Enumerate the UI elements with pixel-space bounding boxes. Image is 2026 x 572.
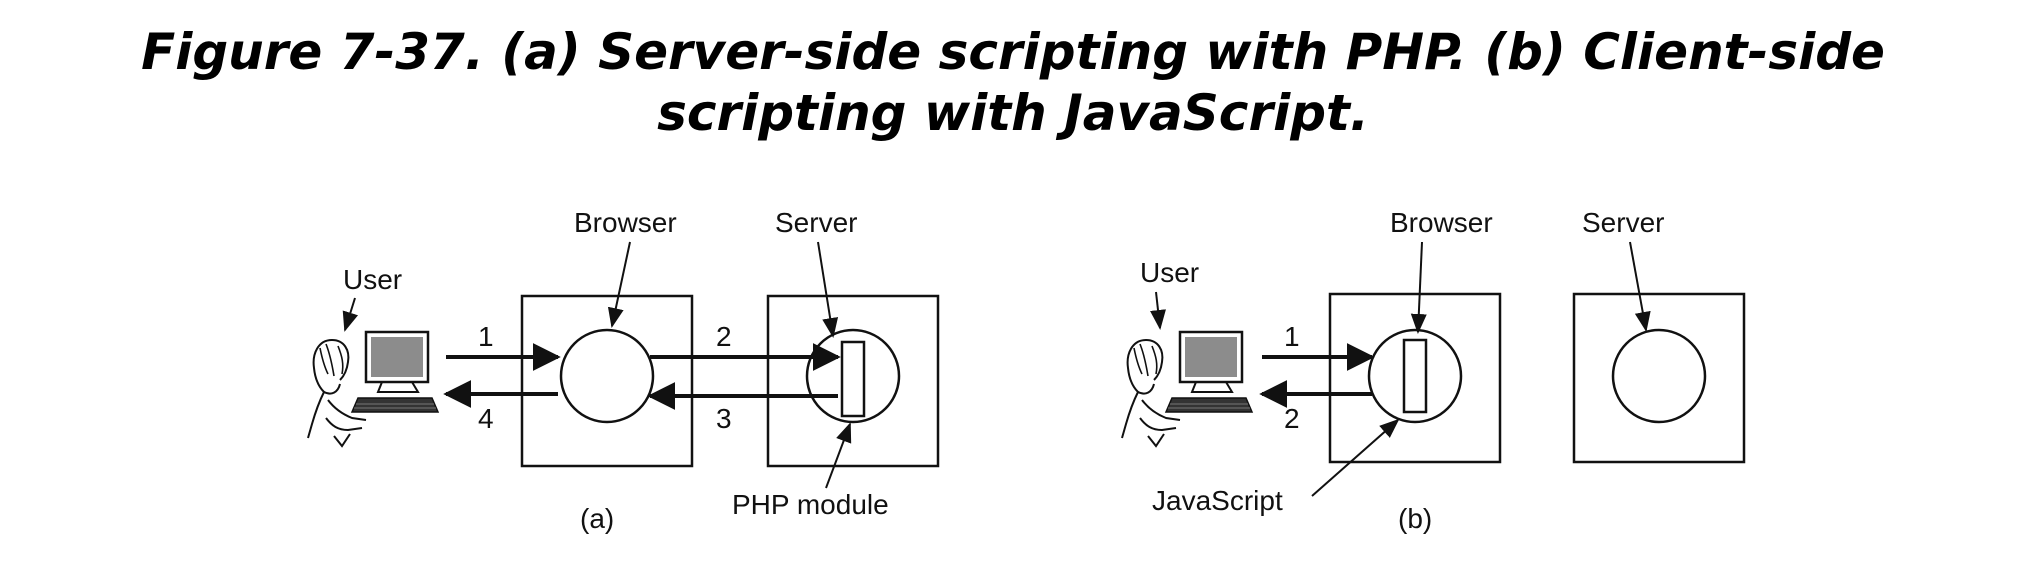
- server-b-label: Server: [1582, 207, 1664, 238]
- step-a-2: 2: [716, 321, 732, 352]
- browser-b-label: Browser: [1390, 207, 1493, 238]
- user-a-icon: [306, 330, 440, 448]
- php-module-label: PHP module: [732, 489, 889, 520]
- panel-b-label: (b): [1398, 503, 1432, 534]
- user-a-pointer: [342, 297, 359, 332]
- step-b-2: 2: [1284, 403, 1300, 434]
- javascript-block: [1402, 338, 1428, 414]
- panel-b: User Browser Server JavaScript 1 2 (b): [1120, 207, 1746, 534]
- step-a-1: 1: [478, 321, 494, 352]
- panel-a-label: (a): [580, 503, 614, 534]
- php-module-block: [840, 340, 866, 418]
- server-a-label: Server: [775, 207, 857, 238]
- step-b-1: 1: [1284, 321, 1300, 352]
- panel-a: User Browser Server PHP module 1 4 2 3 (…: [306, 207, 940, 534]
- user-b-label: User: [1140, 257, 1199, 288]
- browser-a-label: Browser: [574, 207, 677, 238]
- user-a-label: User: [343, 264, 402, 295]
- step-a-3: 3: [716, 403, 732, 434]
- step-a-4: 4: [478, 403, 494, 434]
- user-b-pointer: [1150, 291, 1166, 330]
- user-b-icon: [1120, 330, 1254, 448]
- javascript-label: JavaScript: [1152, 485, 1283, 516]
- browser-a-box: [520, 294, 694, 468]
- scripting-diagram: User Browser Server PHP module 1 4 2 3 (…: [306, 207, 1746, 534]
- server-b-box: [1572, 292, 1746, 464]
